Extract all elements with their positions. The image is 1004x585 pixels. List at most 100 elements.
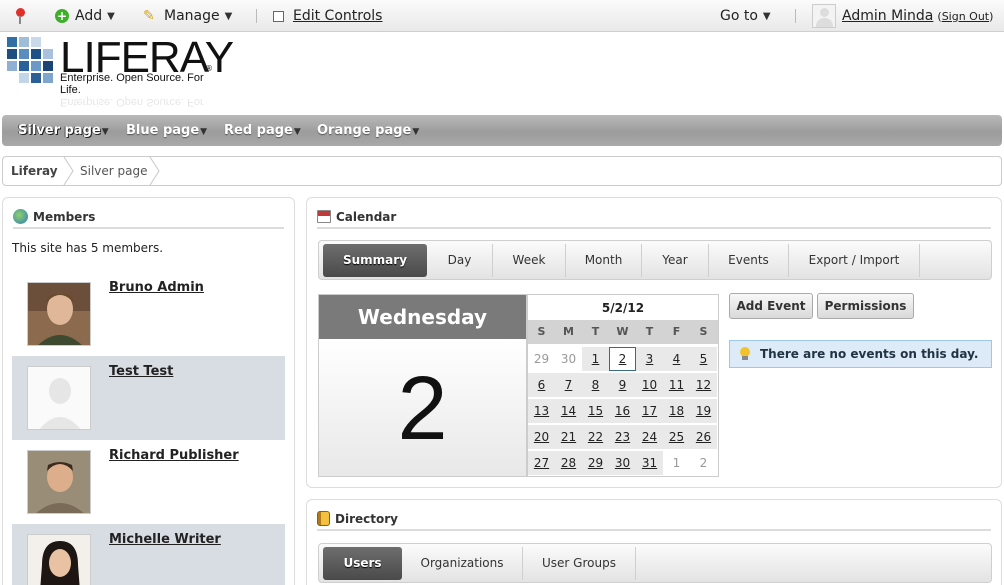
calendar-day-link[interactable]: 7: [555, 373, 582, 397]
tab-year[interactable]: Year: [642, 244, 709, 277]
weekday-header-cell: F: [672, 325, 681, 338]
members-portlet-title: Members: [13, 206, 284, 229]
globe-icon: [13, 209, 28, 224]
calendar-day-link[interactable]: 4: [663, 347, 690, 371]
no-events-message: There are no events on this day.: [729, 340, 992, 368]
day-number: 2: [319, 339, 526, 476]
nav-item-label: Orange page: [317, 123, 412, 138]
divider: [256, 9, 257, 23]
manage-menu[interactable]: ✎ Manage ▼: [143, 0, 232, 32]
calendar-day-link[interactable]: 19: [690, 399, 717, 423]
add-menu[interactable]: + Add ▼: [55, 0, 115, 32]
calendar-day-link[interactable]: 8: [582, 373, 609, 397]
tab-organizations[interactable]: Organizations: [402, 547, 523, 580]
tab-day[interactable]: Day: [427, 244, 493, 277]
directory-portlet-title: Directory: [317, 508, 991, 531]
chevron-down-icon: ▼: [412, 127, 420, 137]
calendar-day-link[interactable]: 2: [609, 347, 636, 371]
edit-controls-label: Edit Controls: [293, 8, 383, 24]
calendar-day-link[interactable]: 14: [555, 399, 582, 423]
nav-item-blue-page[interactable]: Blue page▼: [126, 115, 207, 146]
directory-tabs: Users Organizations User Groups: [318, 543, 992, 583]
member-avatar[interactable]: [27, 534, 91, 585]
nav-item-label: Blue page: [126, 123, 200, 138]
breadcrumb: Liferay Silver page: [2, 156, 1002, 186]
edit-controls-checkbox[interactable]: [273, 10, 284, 22]
tab-user-groups[interactable]: User Groups: [523, 547, 636, 580]
calendar-day-link[interactable]: 26: [690, 425, 717, 449]
calendar-day-link[interactable]: 27: [528, 451, 555, 475]
add-menu-label: Add: [75, 8, 103, 24]
member-avatar[interactable]: [27, 450, 91, 514]
site-logo[interactable]: LIFERAY ® Enterprise. Open Source. For L…: [5, 36, 234, 111]
calendar-title-text: Calendar: [336, 209, 397, 224]
calendar-day-link[interactable]: 16: [609, 399, 636, 423]
user-menu: Admin Minda (Sign Out): [812, 0, 993, 32]
tab-events[interactable]: Events: [709, 244, 789, 277]
goto-menu[interactable]: Go to ▼: [720, 0, 771, 32]
add-event-button[interactable]: Add Event: [729, 293, 813, 319]
nav-item-red-page[interactable]: Red page▼: [224, 115, 301, 146]
calendar-day-link[interactable]: 11: [663, 373, 690, 397]
calendar-day-link[interactable]: 1: [582, 347, 609, 371]
user-avatar[interactable]: [812, 4, 836, 28]
members-title-text: Members: [33, 209, 96, 224]
main-navigation: Silver page▼ Blue page▼ Red page▼ Orange…: [2, 115, 1002, 146]
calendar-day-link[interactable]: 22: [582, 425, 609, 449]
nav-item-label: Silver page: [18, 123, 101, 138]
member-name-link[interactable]: Richard Publisher: [109, 448, 239, 463]
calendar-day-link[interactable]: 24: [636, 425, 663, 449]
tab-summary[interactable]: Summary: [323, 244, 427, 277]
dockbar-pin[interactable]: [13, 0, 27, 32]
tab-month[interactable]: Month: [566, 244, 642, 277]
calendar-day-link[interactable]: 21: [555, 425, 582, 449]
liferay-logo-mark: [7, 37, 55, 83]
member-name-link[interactable]: Michelle Writer: [109, 532, 221, 547]
calendar-portlet-title: Calendar: [317, 206, 991, 229]
calendar-day-link[interactable]: 25: [663, 425, 690, 449]
calendar-day-link[interactable]: 10: [636, 373, 663, 397]
calendar-day-link[interactable]: 29: [582, 451, 609, 475]
weekday-label: Wednesday: [319, 295, 526, 339]
tab-week[interactable]: Week: [493, 244, 566, 277]
calendar-day-link[interactable]: 30: [609, 451, 636, 475]
calendar-day-link[interactable]: 17: [636, 399, 663, 423]
member-avatar-placeholder[interactable]: [27, 366, 91, 430]
breadcrumb-item-liferay[interactable]: Liferay: [11, 157, 58, 185]
user-name-link[interactable]: Admin Minda: [842, 8, 933, 24]
permissions-button[interactable]: Permissions: [817, 293, 914, 319]
edit-controls-toggle[interactable]: Edit Controls: [273, 0, 382, 32]
tab-users[interactable]: Users: [323, 547, 402, 580]
calendar-day-link[interactable]: 13: [528, 399, 555, 423]
calendar-day-link[interactable]: 3: [636, 347, 663, 371]
member-name-link[interactable]: Test Test: [109, 364, 173, 379]
member-avatar[interactable]: [27, 282, 91, 346]
calendar-day-link[interactable]: 23: [609, 425, 636, 449]
calendar-day-link[interactable]: 9: [609, 373, 636, 397]
nav-item-orange-page[interactable]: Orange page▼: [317, 115, 419, 146]
member-row: Bruno Admin: [12, 272, 285, 356]
chevron-down-icon: ▼: [101, 127, 109, 137]
member-row: Test Test: [12, 356, 285, 440]
calendar-day-link[interactable]: 31: [636, 451, 663, 475]
member-row: Michelle Writer: [12, 524, 285, 585]
manage-menu-label: Manage: [164, 8, 220, 24]
calendar-day-link[interactable]: 6: [528, 373, 555, 397]
calendar-day-link[interactable]: 12: [690, 373, 717, 397]
calendar-day-link[interactable]: 15: [582, 399, 609, 423]
calendar-day-link[interactable]: 20: [528, 425, 555, 449]
calendar-day-link[interactable]: 28: [555, 451, 582, 475]
member-row: Richard Publisher: [12, 440, 285, 524]
add-icon: +: [55, 9, 69, 23]
calendar-day-link[interactable]: 5: [690, 347, 717, 371]
breadcrumb-item-silver-page[interactable]: Silver page: [80, 157, 148, 185]
directory-book-icon: [317, 511, 330, 526]
mini-calendar: 5/2/12 SMTWTFS 29 30 1 2 3 4 5 6 7 8 9 10 11 12 13 14 15…: [527, 294, 719, 477]
nav-item-silver-page[interactable]: Silver page▼: [18, 115, 109, 146]
member-name-link[interactable]: Bruno Admin: [109, 280, 204, 295]
sign-out-link[interactable]: Sign Out: [942, 10, 989, 23]
calendar-day-outside-month: 30: [560, 352, 577, 366]
calendar-day-link[interactable]: 18: [663, 399, 690, 423]
weekday-header-cell: S: [699, 325, 708, 338]
tab-export-import[interactable]: Export / Import: [789, 244, 920, 277]
